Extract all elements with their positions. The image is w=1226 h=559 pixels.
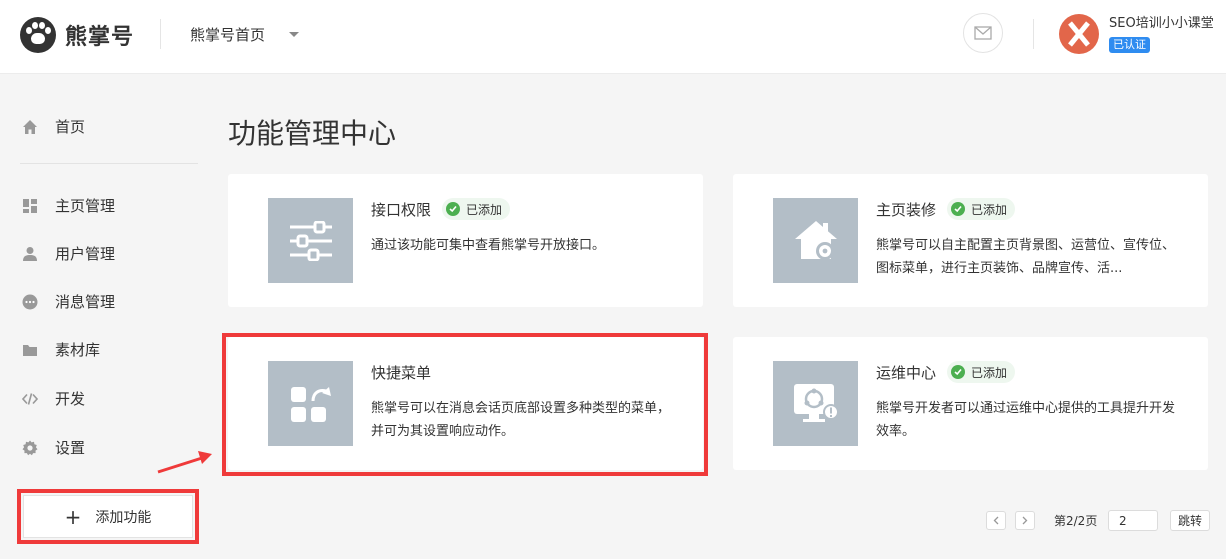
chevron-down-icon (289, 32, 300, 37)
quick-menu-icon (290, 386, 331, 422)
verified-badge: 已认证 (1109, 37, 1150, 53)
card-title: 接口权限 (371, 201, 432, 219)
sidebar-item-messages[interactable]: 消息管理 (22, 291, 115, 312)
sidebar-item-homepage-manage[interactable]: 主页管理 (22, 195, 115, 216)
sidebar-item-label: 设置 (55, 439, 86, 457)
account-select-label: 熊掌号首页 (190, 26, 266, 44)
sliders-icon (289, 220, 332, 261)
status-badge: 已添加 (947, 198, 1016, 220)
check-icon (951, 202, 965, 216)
dashboard-icon (23, 198, 37, 213)
jump-button[interactable]: 跳转 (1170, 510, 1210, 531)
check-icon (446, 202, 460, 216)
sidebar-item-home[interactable]: 首页 (22, 116, 85, 137)
page-info: 第2/2页 (1054, 514, 1098, 528)
user-name[interactable]: SEO培训小小课堂 (1109, 12, 1214, 31)
sidebar-item-materials[interactable]: 素材库 (22, 339, 100, 360)
message-icon (22, 294, 38, 309)
avatar[interactable] (1059, 14, 1099, 54)
status-badge-label: 已添加 (466, 202, 503, 217)
next-page-button[interactable] (1015, 511, 1035, 530)
card-description: 熊掌号开发者可以通过运维中心提供的工具提升开发效率。 (876, 401, 1176, 439)
status-badge-label: 已添加 (971, 202, 1008, 217)
sidebar-item-label: 主页管理 (55, 197, 116, 215)
sidebar-item-label: 消息管理 (55, 293, 116, 311)
card-thumbnail (268, 361, 353, 446)
folder-icon (23, 344, 37, 356)
card-thumbnail (773, 361, 858, 446)
card-thumbnail (773, 198, 858, 283)
home-settings-icon (794, 220, 837, 260)
sidebar-item-users[interactable]: 用户管理 (22, 243, 115, 264)
card-description: 熊掌号可以自主配置主页背景图、运营位、宣传位、图标菜单，进行主页装饰、品牌宣传、… (876, 238, 1176, 276)
header-divider-2 (1033, 19, 1034, 49)
monitor-icon (793, 383, 839, 422)
card-title: 主页装修 (876, 201, 937, 219)
sidebar: 首页 主页管理 用户管理 消息管理 素材库 开发 设置 + 添加功能 (0, 74, 210, 559)
sidebar-item-settings[interactable]: 设置 (22, 437, 85, 458)
card-description: 熊掌号可以在消息会话页底部设置多种类型的菜单，并可为其设置响应动作。 (371, 401, 671, 439)
page-number-input[interactable] (1108, 510, 1158, 531)
mail-button[interactable] (963, 13, 1003, 53)
sidebar-item-label: 首页 (55, 118, 86, 136)
page-title: 功能管理中心 (228, 117, 397, 150)
sidebar-item-develop[interactable]: 开发 (22, 388, 85, 409)
card-title: 快捷菜单 (371, 364, 432, 382)
status-badge: 已添加 (947, 361, 1016, 383)
status-badge: 已添加 (442, 198, 511, 220)
logo[interactable]: 熊掌号 (20, 17, 134, 53)
user-icon (23, 246, 37, 261)
avatar-x-icon (1068, 21, 1090, 47)
status-badge-label: 已添加 (971, 365, 1008, 380)
plus-icon: + (64, 504, 82, 529)
header-divider (160, 19, 161, 49)
logo-text: 熊掌号 (65, 25, 135, 50)
card-title: 运维中心 (876, 364, 937, 382)
mail-icon (974, 26, 992, 40)
sidebar-item-label: 开发 (55, 390, 86, 408)
feature-card-api[interactable]: 接口权限 已添加 通过该功能可集中查看熊掌号开放接口。 (228, 174, 703, 307)
chevron-right-icon (1022, 516, 1028, 525)
top-header: 熊掌号 熊掌号首页 SEO培训小小课堂 已认证 (0, 0, 1226, 74)
account-select[interactable]: 熊掌号首页 (190, 24, 300, 45)
code-icon (22, 392, 38, 405)
home-icon (23, 119, 37, 134)
feature-card-homepage-decor[interactable]: 主页装修 已添加 熊掌号可以自主配置主页背景图、运营位、宣传位、图标菜单，进行主… (733, 174, 1208, 307)
chevron-left-icon (993, 516, 999, 525)
sidebar-divider (20, 163, 198, 164)
card-thumbnail (268, 198, 353, 283)
add-feature-button[interactable]: + 添加功能 (23, 495, 193, 538)
gear-icon (22, 440, 38, 455)
check-icon (951, 365, 965, 379)
annotation-arrow-icon (157, 451, 212, 474)
sidebar-item-label: 用户管理 (55, 245, 116, 263)
card-description: 通过该功能可集中查看熊掌号开放接口。 (371, 238, 606, 253)
add-feature-label: 添加功能 (95, 509, 152, 526)
feature-card-quick-menu[interactable]: 快捷菜单 熊掌号可以在消息会话页底部设置多种类型的菜单，并可为其设置响应动作。 (228, 337, 703, 470)
sidebar-item-label: 素材库 (55, 341, 101, 359)
paw-logo-icon (20, 17, 56, 53)
feature-card-ops-center[interactable]: 运维中心 已添加 熊掌号开发者可以通过运维中心提供的工具提升开发效率。 (733, 337, 1208, 470)
prev-page-button[interactable] (986, 511, 1006, 530)
